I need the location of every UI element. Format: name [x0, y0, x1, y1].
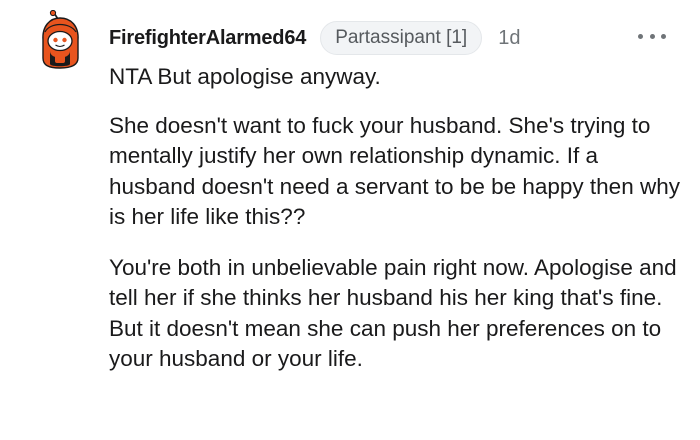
- comment-paragraph: NTA But apologise anyway.: [109, 64, 381, 89]
- username-link[interactable]: FirefighterAlarmed64: [109, 27, 306, 50]
- comment-timestamp[interactable]: 1d: [498, 27, 520, 50]
- snoo-avatar-icon: [42, 9, 79, 69]
- user-flair-badge: Partassipant [1]: [320, 21, 483, 55]
- comment-paragraph: She doesn't want to fuck your husband. S…: [109, 112, 680, 230]
- comment-body: NTA But apologise anyway. She doesn't wa…: [109, 62, 684, 375]
- comment-header: FirefighterAlarmed64 Partassipant [1] 1d: [109, 18, 520, 58]
- more-options-icon-dot-2: [649, 33, 655, 39]
- more-options-icon-dot-1: [638, 33, 643, 39]
- more-options-icon-dot-3: [661, 33, 666, 39]
- comment-card: FirefighterAlarmed64 Partassipant [1] 1d…: [0, 0, 700, 440]
- avatar[interactable]: [36, 9, 84, 70]
- comment-paragraph: You're both in unbelievable pain right n…: [109, 254, 677, 372]
- more-options-button[interactable]: [638, 26, 666, 46]
